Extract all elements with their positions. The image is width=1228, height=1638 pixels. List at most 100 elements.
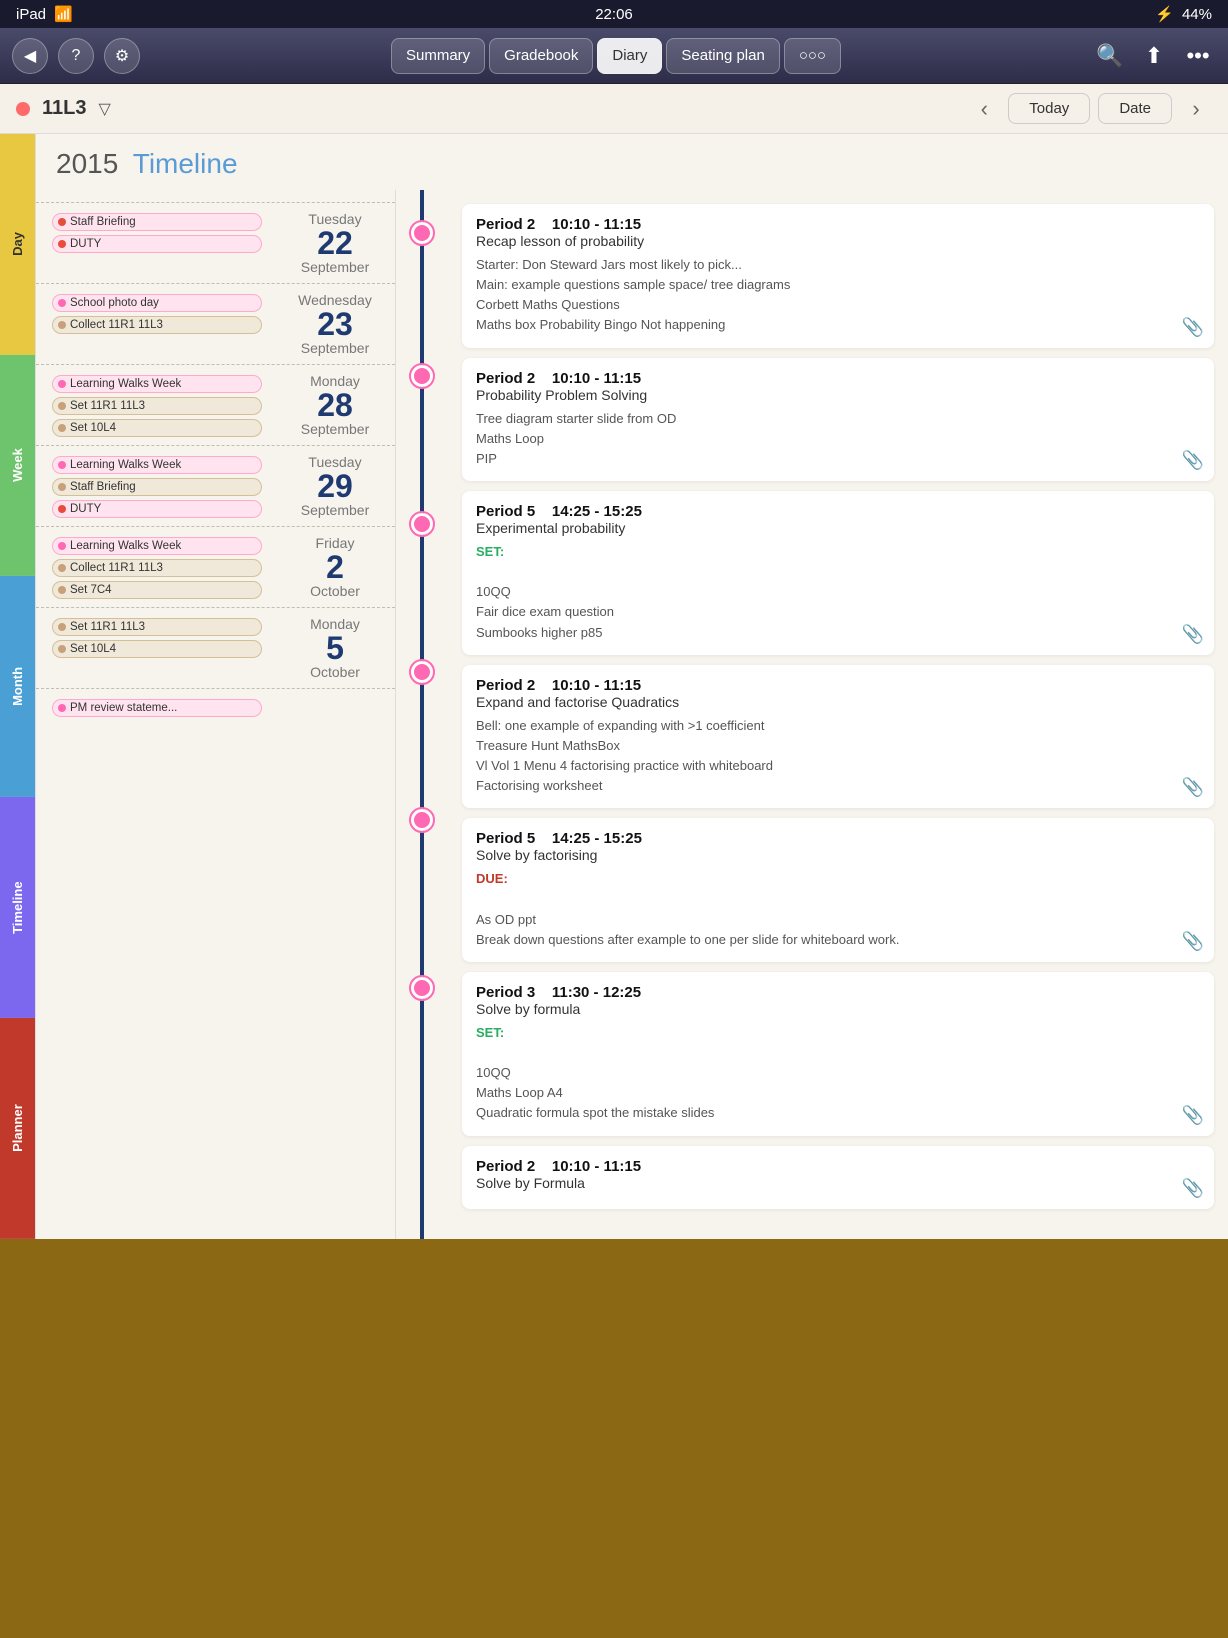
class-name: 11L3 bbox=[42, 97, 86, 120]
day-num-oct2: 2 bbox=[285, 551, 385, 583]
overflow-button[interactable]: ••• bbox=[1180, 38, 1216, 74]
dot-sep28 bbox=[411, 513, 433, 535]
dot-tan-6 bbox=[58, 586, 66, 594]
search-button[interactable]: 🔍 bbox=[1092, 38, 1128, 74]
date-last bbox=[285, 689, 395, 759]
lesson-card-oct2-p3: Period 3 11:30 - 12:25 Solve by formula … bbox=[462, 972, 1214, 1136]
side-tabs: Day Week Month Timeline Planner bbox=[0, 134, 36, 1239]
timeline-center bbox=[396, 190, 448, 1239]
tag-collect-oct2: Collect 11R1 11L3 bbox=[52, 559, 262, 577]
dot-pink-4 bbox=[58, 542, 66, 550]
dot-tan-2 bbox=[58, 402, 66, 410]
dot-tan-3 bbox=[58, 424, 66, 432]
upload-button[interactable]: ⬆ bbox=[1136, 38, 1172, 74]
timeline-word: Timeline bbox=[133, 148, 238, 179]
lesson-card-sep22-p2: Period 2 10:10 - 11:15 Recap lesson of p… bbox=[462, 204, 1214, 348]
dot-red-2 bbox=[58, 240, 66, 248]
month-sep22: September bbox=[285, 259, 385, 275]
tag-staff-briefing: Staff Briefing bbox=[52, 213, 262, 231]
lesson-period-sep22-p2b: Period 2 10:10 - 11:15 bbox=[476, 370, 1174, 387]
tl-tags-sep23: School photo day Collect 11R1 11L3 bbox=[36, 284, 285, 364]
right-lessons-column: Period 2 10:10 - 11:15 Recap lesson of p… bbox=[448, 190, 1228, 1239]
sidebar-item-day[interactable]: Day bbox=[0, 134, 35, 355]
timeline-body: Staff Briefing DUTY Tuesday 22 September bbox=[36, 190, 1228, 1239]
lesson-title-sep22-p2: Recap lesson of probability bbox=[476, 233, 1174, 249]
settings-button[interactable]: ⚙ bbox=[104, 38, 140, 74]
dot-tan-5 bbox=[58, 564, 66, 572]
day-num-sep23: 23 bbox=[285, 308, 385, 340]
sidebar-item-month[interactable]: Month bbox=[0, 576, 35, 797]
status-bar: iPad 📶 22:06 ⚡ 44% bbox=[0, 0, 1228, 28]
battery-label: 44% bbox=[1182, 6, 1212, 23]
tag-set10l4-oct5: Set 10L4 bbox=[52, 640, 262, 658]
lesson-period-sep29-p5: Period 5 14:25 - 15:25 bbox=[476, 830, 1174, 847]
tab-summary[interactable]: Summary bbox=[391, 38, 485, 74]
due-label-oct2: DUE: bbox=[476, 871, 508, 886]
month-oct5: October bbox=[285, 664, 385, 680]
lesson-title-sep22-p2b: Probability Problem Solving bbox=[476, 387, 1174, 403]
lesson-card-oct5-p2: Period 2 10:10 - 11:15 Solve by Formula … bbox=[462, 1146, 1214, 1209]
tl-tags-oct5: Set 11R1 11L3 Set 10L4 bbox=[36, 608, 285, 688]
dot-pink-3 bbox=[58, 461, 66, 469]
lesson-period-oct5-p2: Period 2 10:10 - 11:15 bbox=[476, 1158, 1174, 1175]
attachment-icon-4: 📎 bbox=[1182, 777, 1204, 798]
month-sep28: September bbox=[285, 421, 385, 437]
day-num-oct5: 5 bbox=[285, 632, 385, 664]
tab-diary[interactable]: Diary bbox=[597, 38, 662, 74]
lesson-title-sep28-p2: Expand and factorise Quadratics bbox=[476, 694, 1174, 710]
help-button[interactable]: ? bbox=[58, 38, 94, 74]
tab-seating-plan[interactable]: Seating plan bbox=[666, 38, 779, 74]
dot-tan-1 bbox=[58, 321, 66, 329]
bluetooth-icon: ⚡ bbox=[1155, 5, 1174, 23]
dot-pink-1 bbox=[58, 299, 66, 307]
tag-duty-sep22: DUTY bbox=[52, 235, 262, 253]
lesson-title-sep29-p5: Solve by factorising bbox=[476, 847, 1174, 863]
tab-more[interactable]: ○○○ bbox=[784, 38, 841, 74]
lesson-card-sep29-p5: Period 5 14:25 - 15:25 Solve by factoris… bbox=[462, 818, 1214, 962]
dot-tan-7 bbox=[58, 623, 66, 631]
lesson-body-sep22-p2b: Tree diagram starter slide from OD Maths… bbox=[476, 409, 1174, 469]
lesson-period-sep23-p5: Period 5 14:25 - 15:25 bbox=[476, 503, 1174, 520]
lesson-card-sep28-p2: Period 2 10:10 - 11:15 Expand and factor… bbox=[462, 665, 1214, 809]
nav-right-icons: 🔍 ⬆ ••• bbox=[1092, 38, 1216, 74]
dot-oct5 bbox=[411, 977, 433, 999]
dot-sep23 bbox=[411, 365, 433, 387]
class-bar: 11L3 ▽ ‹ Today Date › bbox=[0, 84, 1228, 134]
next-date-button[interactable]: › bbox=[1180, 93, 1212, 125]
tl-section-oct2: Learning Walks Week Collect 11R1 11L3 Se… bbox=[36, 526, 395, 607]
tl-section-last: PM review stateme... bbox=[36, 688, 395, 759]
set-label-oct2: SET: bbox=[476, 1025, 504, 1040]
tl-tags-sep28: Learning Walks Week Set 11R1 11L3 Set 10… bbox=[36, 365, 285, 445]
attachment-icon-1: 📎 bbox=[1182, 317, 1204, 338]
class-dropdown-icon[interactable]: ▽ bbox=[98, 99, 110, 119]
wifi-icon: 📶 bbox=[54, 5, 73, 23]
tag-staffbriefing-sep29: Staff Briefing bbox=[52, 478, 262, 496]
dot-oct2 bbox=[411, 809, 433, 831]
back-button[interactable]: ◀ bbox=[12, 38, 48, 74]
tl-section-sep28: Learning Walks Week Set 11R1 11L3 Set 10… bbox=[36, 364, 395, 445]
sidebar-item-week[interactable]: Week bbox=[0, 355, 35, 576]
dot-tan-8 bbox=[58, 645, 66, 653]
tl-tags-sep22: Staff Briefing DUTY bbox=[36, 203, 285, 283]
tl-tags-sep29: Learning Walks Week Staff Briefing DUTY bbox=[36, 446, 285, 526]
tab-gradebook[interactable]: Gradebook bbox=[489, 38, 593, 74]
lesson-body-sep28-p2: Bell: one example of expanding with >1 c… bbox=[476, 716, 1174, 797]
sidebar-item-timeline[interactable]: Timeline bbox=[0, 797, 35, 1018]
tag-school-photo: School photo day bbox=[52, 294, 262, 312]
sidebar-item-planner[interactable]: Planner bbox=[0, 1018, 35, 1239]
prev-date-button[interactable]: ‹ bbox=[968, 93, 1000, 125]
content-area: Day Week Month Timeline Planner 2015 Tim… bbox=[0, 134, 1228, 1239]
ipad-label: iPad bbox=[16, 6, 46, 23]
attachment-icon-3: 📎 bbox=[1182, 624, 1204, 645]
tag-lww-sep28: Learning Walks Week bbox=[52, 375, 262, 393]
date-button[interactable]: Date bbox=[1098, 93, 1172, 124]
timeline-header: 2015 Timeline bbox=[36, 134, 1228, 190]
day-num-sep28: 28 bbox=[285, 389, 385, 421]
date-sep22: Tuesday 22 September bbox=[285, 203, 395, 283]
attachment-icon-7: 📎 bbox=[1182, 1178, 1204, 1199]
class-color-dot bbox=[16, 102, 30, 116]
today-button[interactable]: Today bbox=[1008, 93, 1090, 124]
tl-section-sep29: Learning Walks Week Staff Briefing DUTY bbox=[36, 445, 395, 526]
dot-pink-5 bbox=[58, 704, 66, 712]
tl-tags-last: PM review stateme... bbox=[36, 689, 285, 759]
